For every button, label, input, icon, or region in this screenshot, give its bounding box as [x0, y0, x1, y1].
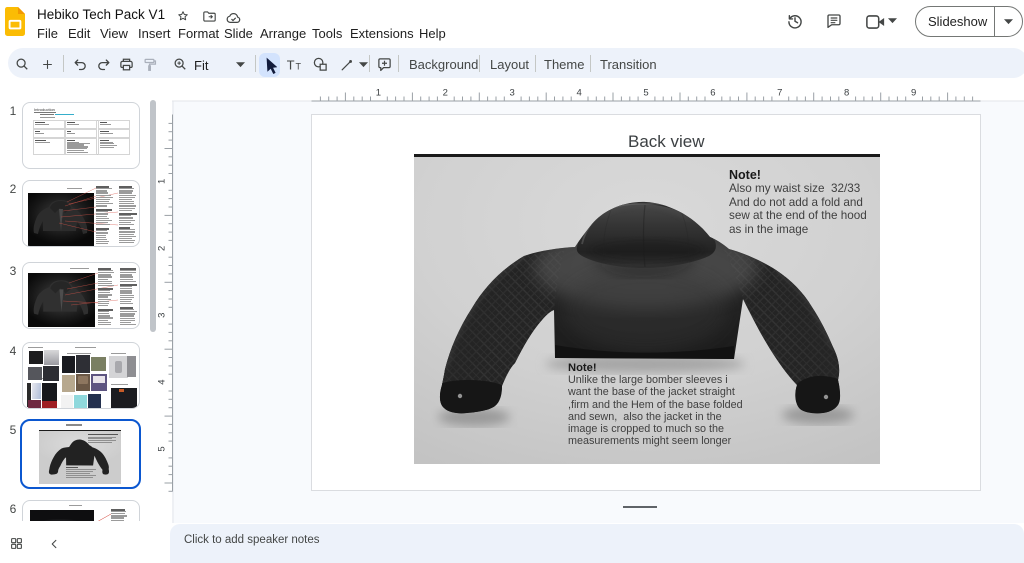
- svg-text:T: T: [296, 62, 302, 72]
- svg-text:9: 9: [911, 88, 916, 99]
- svg-text:4: 4: [157, 379, 168, 384]
- svg-text:3: 3: [157, 313, 168, 318]
- svg-text:5: 5: [157, 446, 168, 451]
- svg-text:8: 8: [844, 88, 849, 99]
- svg-text:7: 7: [777, 88, 782, 99]
- svg-text:1: 1: [157, 179, 168, 184]
- svg-text:2: 2: [157, 246, 168, 251]
- svg-text:4: 4: [576, 88, 581, 99]
- svg-text:T: T: [287, 58, 295, 71]
- svg-text:2: 2: [443, 88, 448, 99]
- svg-text:3: 3: [510, 88, 515, 99]
- svg-text:6: 6: [710, 88, 715, 99]
- svg-text:5: 5: [643, 88, 648, 99]
- svg-text:1: 1: [376, 88, 381, 99]
